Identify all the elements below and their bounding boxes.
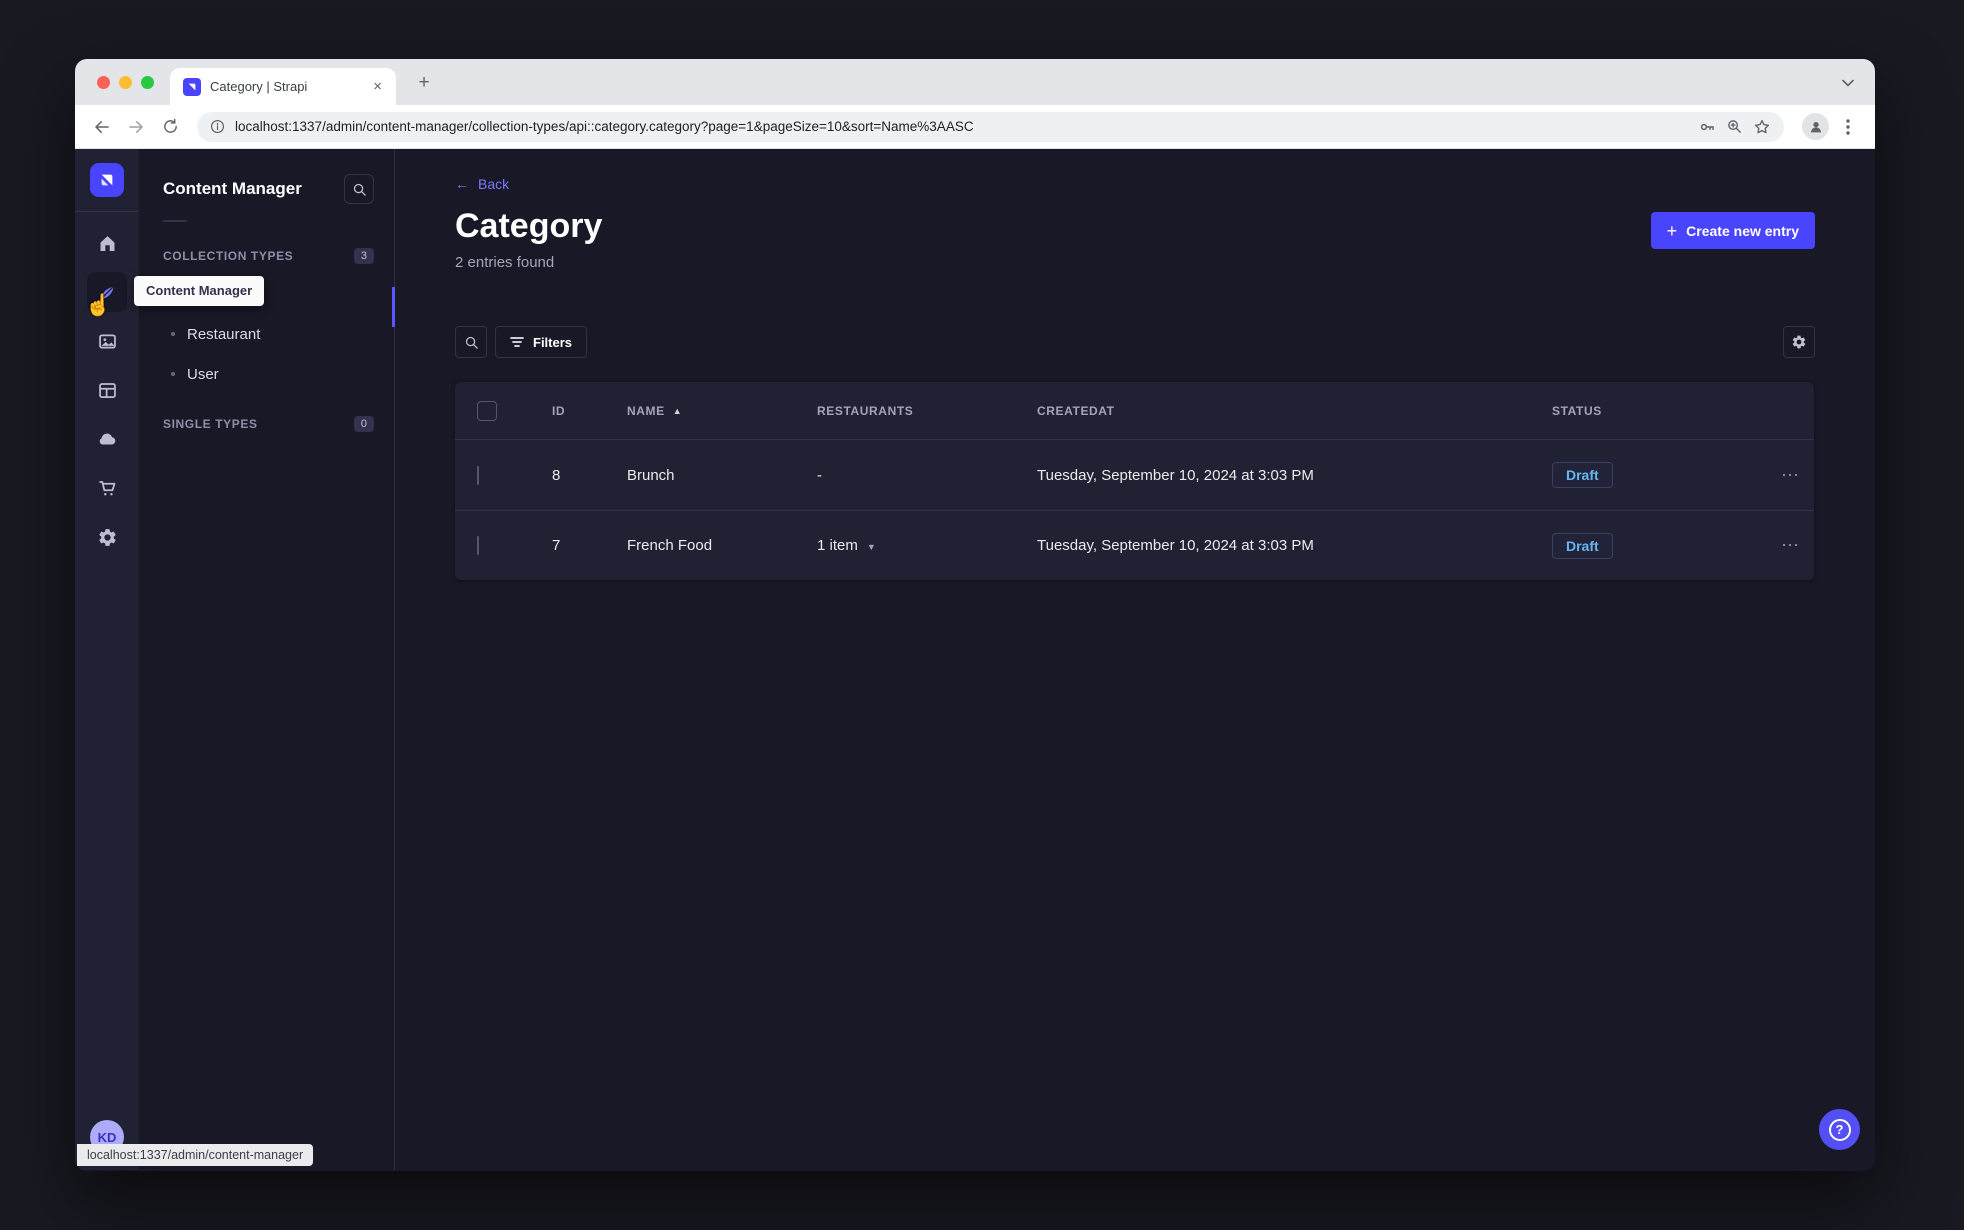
close-window-button[interactable] [97, 76, 110, 89]
entries-table: ID NAME ▲ RESTAURANTS CREATEDAT STATUS 8… [455, 382, 1814, 580]
back-arrow-icon: ← [455, 176, 469, 192]
column-header-name[interactable]: NAME ▲ [605, 404, 795, 418]
status-badge: Draft [1552, 532, 1613, 559]
column-header-restaurants[interactable]: RESTAURANTS [795, 404, 1015, 418]
table-row[interactable]: 8 Brunch - Tuesday, September 10, 2024 a… [455, 440, 1814, 510]
help-button[interactable]: ? [1819, 1109, 1860, 1150]
content-type-builder-icon[interactable] [87, 370, 127, 410]
cell-createdat: Tuesday, September 10, 2024 at 3:03 PM [1037, 466, 1314, 484]
back-label: Back [478, 176, 510, 192]
subnav-item-label: User [187, 365, 219, 383]
browser-tab[interactable]: Category | Strapi × [170, 68, 396, 105]
window-controls [97, 76, 154, 89]
browser-forward-icon[interactable] [121, 112, 151, 142]
browser-menu-icon[interactable] [1833, 112, 1863, 142]
nav-divider [75, 211, 139, 212]
filters-button[interactable]: Filters [495, 326, 588, 358]
cell-restaurants: - [817, 466, 822, 484]
create-button-label: Create new entry [1686, 222, 1799, 239]
tab-search-chevron-icon[interactable] [1837, 72, 1859, 94]
view-settings-gear-button[interactable] [1783, 326, 1815, 358]
link-status-bubble: localhost:1337/admin/content-manager [77, 1144, 314, 1166]
row-more-options-icon[interactable]: ⋯ [1745, 465, 1814, 486]
strapi-app: KD Content Manager COLLECTION TYPES 3 Ca… [75, 149, 1875, 1170]
search-entries-button[interactable] [455, 326, 487, 358]
entries-count: 2 entries found [455, 254, 555, 271]
marketplace-cart-icon[interactable] [87, 468, 127, 508]
column-header-createdat[interactable]: CREATEDAT [1015, 404, 1530, 418]
subnav-search-button[interactable] [344, 174, 374, 204]
browser-tabstrip: Category | Strapi × + [75, 59, 1875, 105]
back-link[interactable]: ← Back [455, 176, 509, 192]
url-text[interactable]: localhost:1337/admin/content-manager/col… [235, 119, 1688, 134]
column-header-id[interactable]: ID [530, 404, 605, 418]
subnav-item-user[interactable]: User [139, 354, 394, 394]
bullet-icon [171, 372, 175, 376]
table-header-row: ID NAME ▲ RESTAURANTS CREATEDAT STATUS [455, 382, 1814, 440]
bookmark-star-icon[interactable] [1753, 118, 1771, 136]
cell-createdat: Tuesday, September 10, 2024 at 3:03 PM [1037, 537, 1314, 554]
table-row[interactable]: 7 French Food 1 item ▼ Tuesday, September… [455, 510, 1814, 580]
close-tab-icon[interactable]: × [369, 78, 386, 95]
tab-title: Category | Strapi [210, 79, 308, 94]
cell-name: Brunch [627, 466, 675, 484]
minimize-window-button[interactable] [119, 76, 132, 89]
collection-types-label: COLLECTION TYPES [163, 249, 294, 263]
password-key-icon[interactable] [1698, 118, 1716, 136]
maximize-window-button[interactable] [141, 76, 154, 89]
subnav-title: Content Manager [163, 179, 302, 198]
browser-toolbar: localhost:1337/admin/content-manager/col… [75, 105, 1875, 149]
address-bar[interactable]: localhost:1337/admin/content-manager/col… [197, 111, 1784, 142]
cell-name: French Food [627, 537, 713, 554]
row-more-options-icon[interactable]: ⋯ [1745, 535, 1814, 556]
subnav-item-label: Restaurant [187, 325, 261, 343]
zoom-page-icon[interactable] [1726, 118, 1743, 135]
collection-types-count-badge: 3 [353, 248, 374, 264]
cell-restaurants[interactable]: 1 item ▼ [795, 537, 1015, 554]
subnav-item-restaurant[interactable]: Restaurant [139, 314, 394, 354]
column-header-status[interactable]: STATUS [1530, 404, 1745, 418]
browser-reload-icon[interactable] [155, 112, 185, 142]
browser-profile-avatar[interactable] [1802, 113, 1829, 140]
browser-back-icon[interactable] [87, 112, 117, 142]
page-info-icon[interactable] [210, 119, 225, 134]
cell-id: 8 [552, 466, 561, 484]
cell-id: 7 [552, 537, 561, 554]
settings-gear-icon[interactable] [87, 517, 127, 557]
select-all-checkbox[interactable] [477, 400, 497, 421]
sort-asc-icon: ▲ [672, 405, 683, 416]
pointer-hand-icon: ☝ [85, 294, 112, 317]
create-new-entry-button[interactable]: + Create new entry [1650, 212, 1815, 249]
media-library-icon[interactable] [87, 321, 127, 361]
main-content: ← Back Category 2 entries found + Create… [395, 149, 1875, 1170]
filters-label: Filters [533, 334, 573, 350]
single-types-count-badge: 0 [353, 416, 374, 432]
browser-window: Category | Strapi × + localhost:1337/adm… [75, 59, 1875, 1171]
strapi-favicon-icon [183, 77, 201, 96]
new-tab-button[interactable]: + [411, 70, 437, 96]
subnav-divider [163, 220, 187, 222]
home-icon[interactable] [87, 223, 127, 263]
cloud-icon[interactable] [87, 419, 127, 459]
page-title: Category [455, 207, 603, 245]
status-badge: Draft [1552, 462, 1613, 488]
bullet-icon [171, 332, 175, 336]
filter-icon [510, 337, 524, 347]
row-checkbox[interactable] [477, 536, 479, 555]
row-checkbox[interactable] [477, 465, 479, 485]
caret-down-icon: ▼ [866, 542, 876, 552]
single-types-label: SINGLE TYPES [163, 417, 258, 431]
plus-icon: + [1666, 220, 1678, 241]
content-manager-tooltip: Content Manager [134, 276, 265, 306]
strapi-logo[interactable] [90, 163, 124, 197]
help-icon: ? [1828, 1118, 1851, 1141]
